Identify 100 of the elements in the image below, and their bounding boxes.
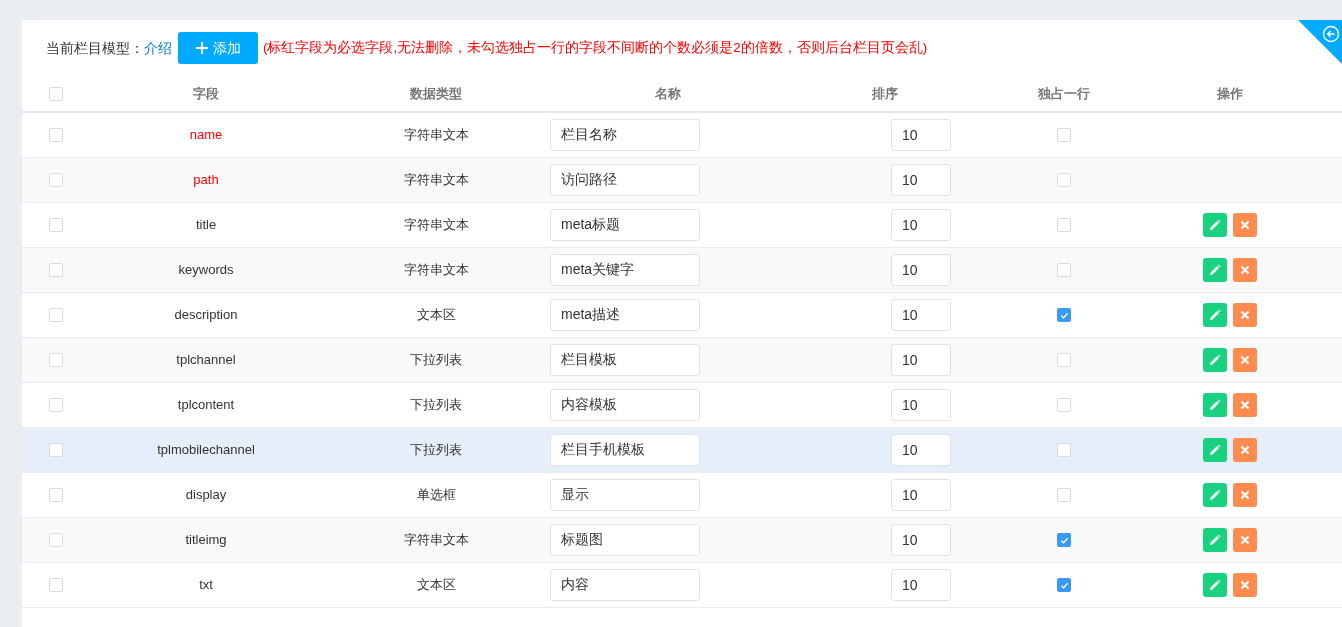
order-input[interactable]: 10 [891,164,951,196]
delete-button[interactable] [1233,393,1257,417]
close-icon [1240,580,1250,590]
close-icon [1240,445,1250,455]
row-checkbox[interactable] [49,263,63,277]
column-header: 名称 [655,84,681,103]
pencil-icon [1209,534,1221,546]
field-name: display [185,486,227,505]
edit-button[interactable] [1203,303,1227,327]
field-name: tplchannel [176,351,236,370]
edit-button[interactable] [1203,258,1227,282]
row-checkbox[interactable] [49,308,63,322]
delete-button[interactable] [1233,348,1257,372]
close-icon [1240,490,1250,500]
delete-button[interactable] [1233,258,1257,282]
order-input[interactable]: 10 [891,434,951,466]
delete-button[interactable] [1233,528,1257,552]
pencil-icon [1209,579,1221,591]
row-checkbox[interactable] [49,173,63,187]
close-icon [1240,355,1250,365]
plus-icon [195,42,208,54]
order-input[interactable]: 10 [891,254,951,286]
notice-text: (标红字段为必选字段,无法删除，未勾选独占一行的字段不间断的个数必须是2的倍数，否则后台栏目页会乱) [263,38,928,57]
row-checkbox[interactable] [49,398,63,412]
row-checkbox[interactable] [49,218,63,232]
name-input[interactable]: 内容模板 [550,389,700,421]
intro-link[interactable]: 介绍 [144,37,172,59]
order-input[interactable]: 10 [891,479,951,511]
delete-button[interactable] [1233,573,1257,597]
model-label: 当前栏目模型： [46,38,144,58]
delete-button[interactable] [1233,303,1257,327]
name-input[interactable]: 内容 [550,569,700,601]
row-checkbox[interactable] [49,443,63,457]
edit-button[interactable] [1203,348,1227,372]
name-input[interactable]: 栏目手机模板 [550,434,700,466]
column-header: 排序 [872,84,898,103]
name-input[interactable]: 访问路径 [550,164,700,196]
close-icon [1240,400,1250,410]
order-input[interactable]: 10 [891,389,951,421]
order-input[interactable]: 10 [891,344,951,376]
pencil-icon [1209,489,1221,501]
edit-button[interactable] [1203,528,1227,552]
single-line-checkbox[interactable] [1057,578,1071,592]
data-type: 下拉列表 [410,351,462,370]
data-type: 下拉列表 [410,396,462,415]
check-icon [1059,535,1069,545]
data-type: 字符串文本 [403,216,469,235]
name-input[interactable]: meta标题 [550,209,700,241]
data-type: 单选框 [416,486,456,505]
pencil-icon [1209,354,1221,366]
field-name: txt [199,576,213,595]
data-type: 文本区 [416,306,456,325]
pencil-icon [1209,264,1221,276]
field-name: keywords [178,261,234,280]
name-input[interactable]: 栏目模板 [550,344,700,376]
row-checkbox[interactable] [49,488,63,502]
row-checkbox[interactable] [49,128,63,142]
edit-button[interactable] [1203,573,1227,597]
field-name: title [195,216,217,235]
field-name: description [174,306,238,325]
edit-button[interactable] [1203,393,1227,417]
close-icon [1240,535,1250,545]
single-line-checkbox[interactable] [1057,308,1071,322]
row-checkbox[interactable] [49,578,63,592]
order-input[interactable]: 10 [891,209,951,241]
pencil-icon [1209,309,1221,321]
check-icon [1059,310,1069,320]
name-input[interactable]: 显示 [550,479,700,511]
field-name: tplmobilechannel [157,441,255,460]
row-checkbox[interactable] [49,353,63,367]
check-icon [1059,580,1069,590]
close-icon [1240,220,1250,230]
select-all-checkbox[interactable] [49,86,63,101]
order-input[interactable]: 10 [891,569,951,601]
order-input[interactable]: 10 [891,299,951,331]
pencil-icon [1209,444,1221,456]
edit-button[interactable] [1203,438,1227,462]
name-input[interactable]: meta描述 [550,299,700,331]
delete-button[interactable] [1233,483,1257,507]
edit-button[interactable] [1203,213,1227,237]
row-checkbox[interactable] [49,533,63,547]
field-name: tplcontent [177,396,235,415]
close-icon [1240,265,1250,275]
name-input[interactable]: 栏目名称 [550,119,700,151]
order-input[interactable]: 10 [891,119,951,151]
delete-button[interactable] [1233,213,1257,237]
data-type: 字符串文本 [403,261,469,280]
data-type: 字符串文本 [403,126,469,145]
delete-button[interactable] [1233,438,1257,462]
name-input[interactable]: 标题图 [550,524,700,556]
single-line-checkbox[interactable] [1057,533,1071,547]
column-header: 数据类型 [410,84,462,103]
data-type: 字符串文本 [403,531,469,550]
close-icon [1240,310,1250,320]
edit-button[interactable] [1203,483,1227,507]
name-input[interactable]: meta关键字 [550,254,700,286]
order-input[interactable]: 10 [891,524,951,556]
field-name: titleimg [185,531,227,550]
data-type: 下拉列表 [410,441,462,460]
column-header: 独占一行 [1038,84,1090,103]
